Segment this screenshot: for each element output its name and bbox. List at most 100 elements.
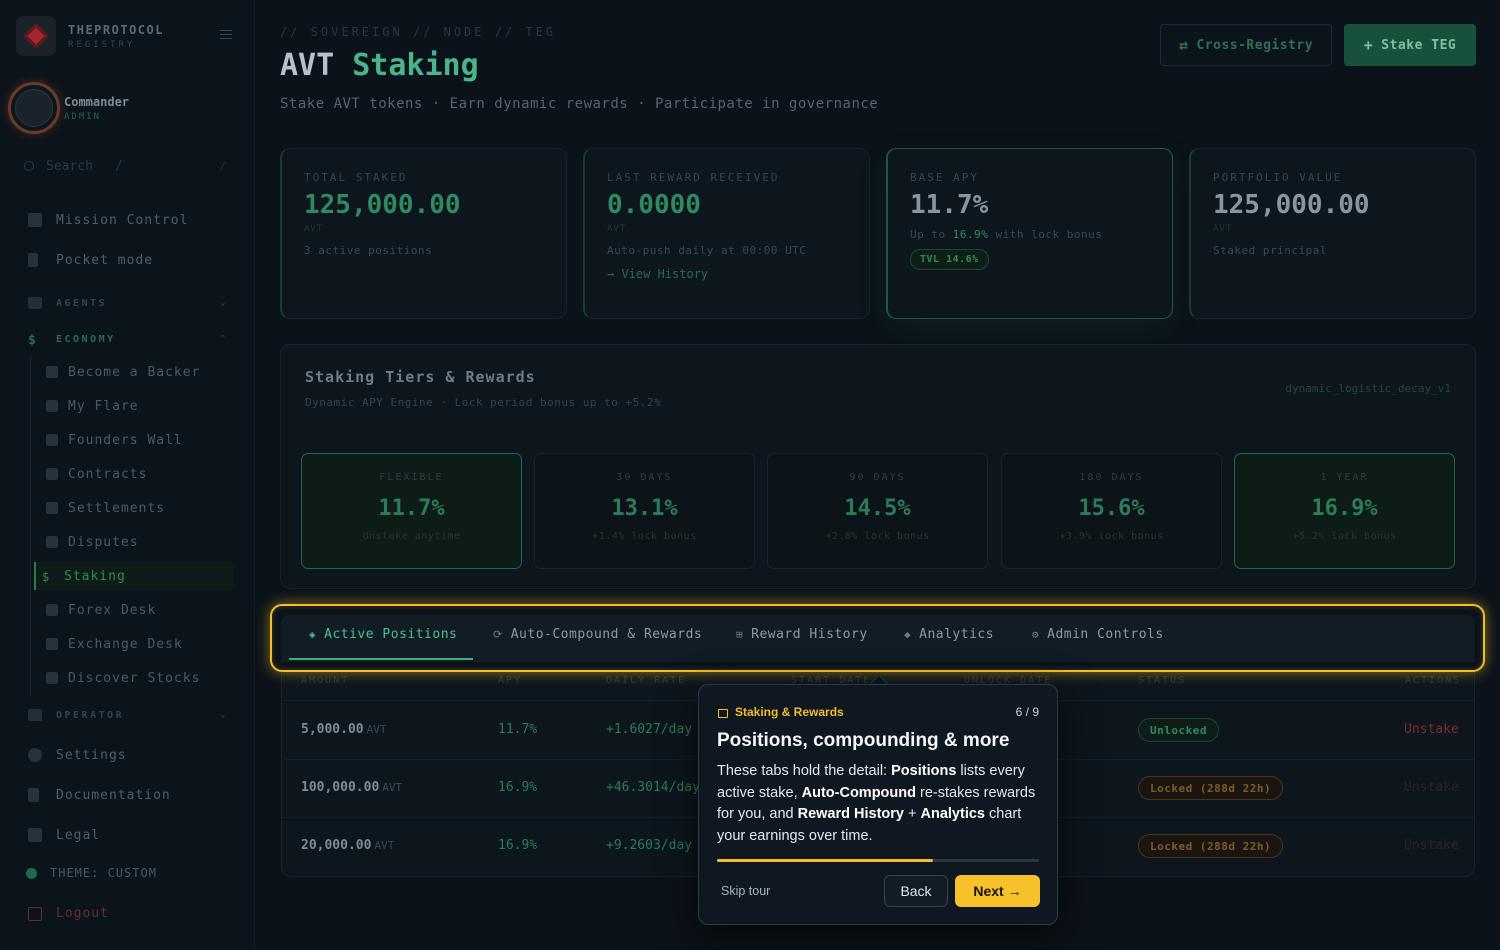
- cell-amount: 20,000.00 AVT: [301, 838, 395, 853]
- cross-registry-button[interactable]: ⇄ Cross-Registry: [1160, 24, 1332, 66]
- sidebar-item-founders-wall[interactable]: Founders Wall: [40, 426, 240, 454]
- stat-label: BASE APY: [910, 171, 979, 184]
- scale-icon: [46, 502, 58, 514]
- tier-card-30-days[interactable]: 30 DAYS 13.1% +1.4% lock bonus: [534, 453, 755, 569]
- staking-icon: [718, 708, 728, 718]
- tier-card-90-days[interactable]: 90 DAYS 14.5% +2.8% lock bonus: [767, 453, 988, 569]
- tour-step-counter: 6 / 9: [1015, 705, 1039, 719]
- sidebar-item-label: Legal: [56, 827, 101, 843]
- user-name: Commander: [64, 94, 130, 109]
- cell-apy: 16.9%: [498, 780, 538, 795]
- search-placeholder: Search: [46, 158, 93, 174]
- swap-icon: ⇄: [1178, 36, 1189, 54]
- plus-icon: +: [1363, 36, 1374, 54]
- collapse-sidebar-icon[interactable]: [220, 30, 232, 40]
- sidebar-group-economy[interactable]: $ ECONOMY ⌃: [28, 333, 228, 348]
- sidebar-item-discover-stocks[interactable]: Discover Stocks: [40, 664, 240, 692]
- column-header-daily-rate: DAILY RATE: [606, 675, 687, 686]
- tour-eyebrow: Staking & Rewards: [718, 705, 844, 719]
- page-title: AVT Staking: [280, 48, 479, 83]
- tier-apy: 14.5%: [844, 496, 911, 521]
- status-badge: Locked (288d 22h): [1138, 834, 1284, 858]
- sidebar-group-operator[interactable]: OPERATOR ⌄: [28, 709, 228, 721]
- sidebar-group-label: OPERATOR: [56, 709, 125, 721]
- tier-card-180-days[interactable]: 180 DAYS 15.6% +3.9% lock bonus: [1001, 453, 1222, 569]
- view-history-link[interactable]: → View History: [607, 267, 869, 281]
- column-header-actions: ACTIONS: [1405, 675, 1462, 686]
- tour-spotlight-outline: [270, 604, 1485, 672]
- sidebar-group-label: ECONOMY: [56, 333, 116, 345]
- brand-logo-icon: [16, 16, 56, 56]
- tour-body-bold: Analytics: [920, 806, 985, 822]
- back-button[interactable]: Back: [884, 875, 948, 907]
- exchange-icon: [46, 638, 58, 650]
- stat-note: Auto-push daily at 00:00 UTC: [607, 244, 807, 257]
- sidebar-item-forex-desk[interactable]: Forex Desk: [40, 596, 240, 624]
- search-icon: [24, 161, 34, 171]
- shield-icon: [46, 400, 58, 412]
- breadcrumb: // SOVEREIGN // NODE // TEG: [280, 25, 557, 39]
- unstake-button[interactable]: Unstake: [1404, 838, 1459, 853]
- sidebar-group-agents[interactable]: AGENTS ⌄: [28, 297, 228, 309]
- brand[interactable]: THEPROTOCOL REGISTRY: [16, 16, 164, 56]
- logout-button[interactable]: Logout: [28, 906, 109, 921]
- chevron-down-icon: ⌄: [220, 710, 228, 720]
- sidebar-item-pocket-mode[interactable]: Pocket mode: [28, 249, 153, 271]
- sidebar-item-label: Documentation: [56, 787, 171, 803]
- sidebar-item-documentation[interactable]: Documentation: [28, 784, 171, 806]
- avatar: [8, 82, 60, 134]
- gear-icon: [28, 748, 42, 762]
- sidebar-item-become-a-backer[interactable]: Become a Backer: [40, 358, 240, 386]
- trophy-icon: [46, 434, 58, 446]
- tier-card-flexible[interactable]: FLEXIBLE 11.7% Unstake anytime: [301, 453, 522, 569]
- tier-bonus: +2.8% lock bonus: [825, 531, 930, 542]
- stat-label: LAST REWARD RECEIVED: [607, 171, 780, 184]
- stat-note: Staked principal: [1213, 244, 1327, 257]
- stat-unit: AVT: [304, 224, 324, 234]
- sidebar: THEPROTOCOL REGISTRY Commander ADMIN Sea…: [0, 0, 255, 950]
- theme-toggle[interactable]: THEME: CUSTOM: [26, 866, 157, 880]
- page-title-accent: Staking: [352, 48, 479, 83]
- sidebar-item-my-flare[interactable]: My Flare: [40, 392, 240, 420]
- chevron-down-icon: ⌄: [220, 298, 228, 308]
- cell-amount-unit: AVT: [382, 781, 403, 794]
- tier-name: 180 DAYS: [1079, 472, 1144, 483]
- sidebar-item-label: Founders Wall: [68, 432, 183, 448]
- cell-daily-rate: +9.2603/day: [606, 838, 693, 853]
- search-input[interactable]: Search / /: [24, 154, 234, 178]
- stat-note-highlight: 16.9%: [952, 228, 989, 241]
- tier-card-1-year[interactable]: 1 YEAR 16.9% +5.2% lock bonus: [1234, 453, 1455, 569]
- stat-unit: AVT: [1213, 224, 1233, 234]
- logout-label: Logout: [56, 906, 109, 921]
- grid-icon: [28, 213, 42, 227]
- user-role: ADMIN: [64, 111, 102, 122]
- unstake-button[interactable]: Unstake: [1404, 722, 1459, 737]
- sidebar-item-legal[interactable]: Legal: [28, 824, 100, 846]
- tier-name: 30 DAYS: [616, 472, 673, 483]
- tier-bonus: +1.4% lock bonus: [592, 531, 697, 542]
- sidebar-item-staking[interactable]: $ Staking: [34, 562, 234, 590]
- unstake-button[interactable]: Unstake: [1404, 780, 1459, 795]
- stake-teg-button[interactable]: + Stake TEG: [1344, 24, 1476, 66]
- stat-note-pre: Up to: [910, 228, 946, 241]
- legal-icon: [28, 828, 42, 842]
- tour-eyebrow-label: Staking & Rewards: [735, 705, 844, 719]
- tour-body-bold: Auto-Compound: [801, 784, 916, 801]
- sidebar-item-exchange-desk[interactable]: Exchange Desk: [40, 630, 240, 658]
- sidebar-item-mission-control[interactable]: Mission Control: [28, 209, 188, 231]
- book-icon: [28, 788, 39, 802]
- sidebar-item-settings[interactable]: Settings: [28, 744, 127, 766]
- sidebar-group-label: AGENTS: [56, 297, 108, 309]
- stat-label: PORTFOLIO VALUE: [1213, 171, 1343, 184]
- stat-value: 125,000.00: [304, 190, 461, 220]
- sidebar-item-settlements[interactable]: Settlements: [40, 494, 240, 522]
- skip-tour-button[interactable]: Skip tour: [721, 884, 770, 898]
- sidebar-item-disputes[interactable]: Disputes: [40, 528, 240, 556]
- tour-body-bold: Positions: [891, 763, 957, 779]
- sidebar-item-contracts[interactable]: Contracts: [40, 460, 240, 488]
- next-button[interactable]: Next →: [955, 875, 1040, 907]
- trend-icon: [46, 604, 58, 616]
- user-profile[interactable]: Commander ADMIN: [8, 82, 129, 134]
- page-title-prefix: AVT: [280, 48, 335, 83]
- cell-daily-rate: +46.3014/day: [606, 780, 700, 795]
